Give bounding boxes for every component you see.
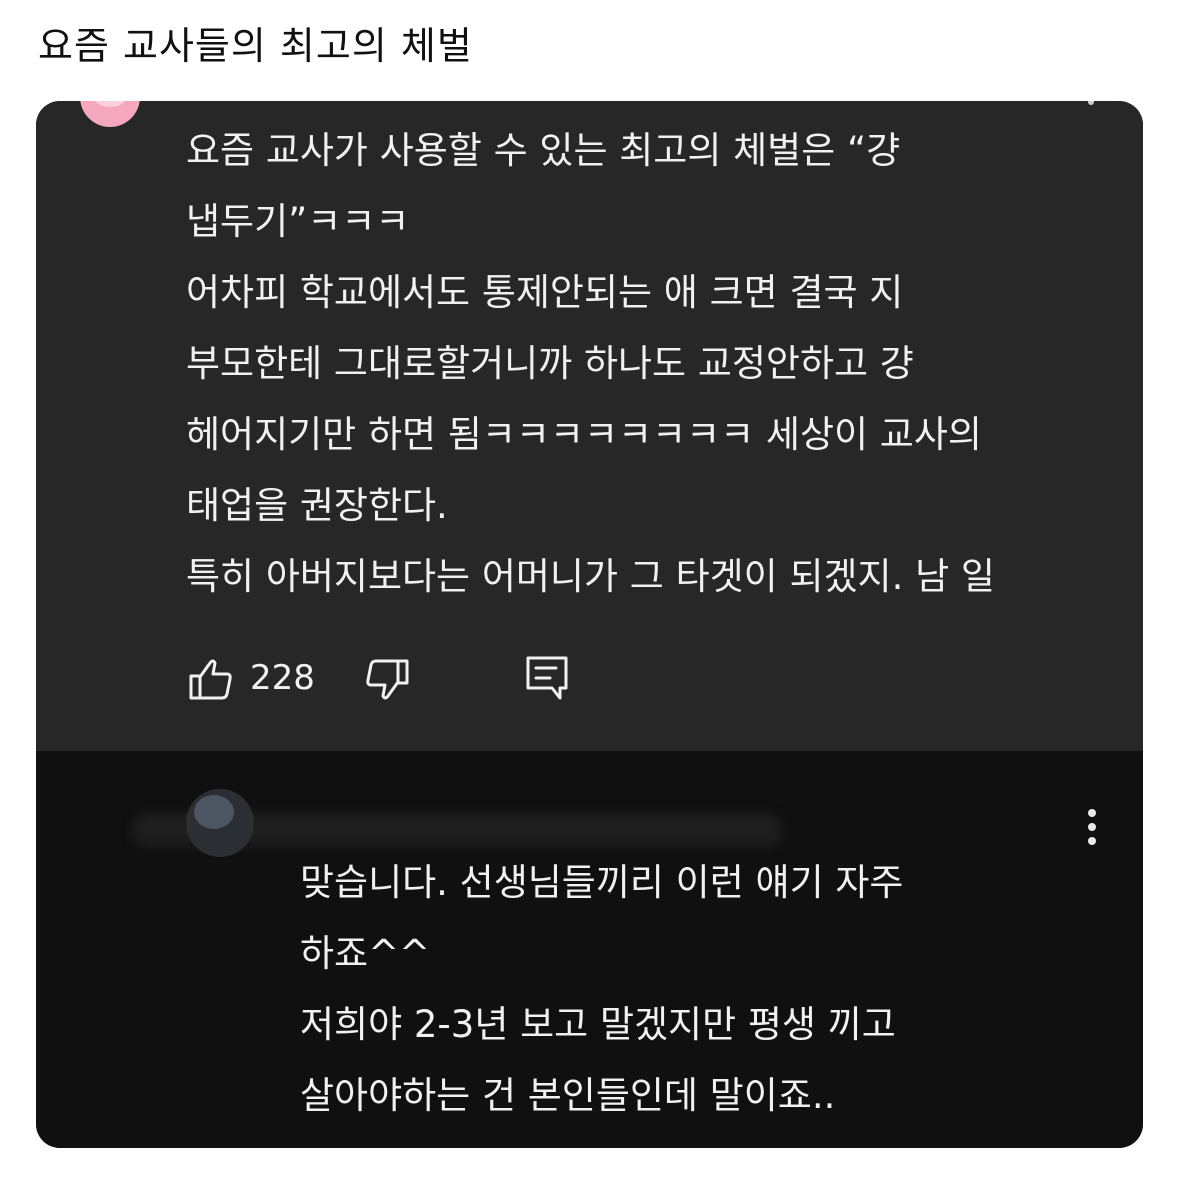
like-count: 228 bbox=[250, 658, 315, 698]
reply-line: 맞습니다. 선생님들끼리 이런 얘기 자주 bbox=[300, 861, 904, 904]
comment-line: 태업을 권장한다. bbox=[186, 484, 448, 527]
post-title: 요즘 교사들의 최고의 체벌 bbox=[38, 24, 473, 68]
reply-line: 살아야하는 건 본인들인데 말이죠.. bbox=[300, 1074, 836, 1117]
comment-line: 부모한테 그대로할거니까 하나도 교정안하고 걍 bbox=[186, 342, 914, 385]
comment-line: 헤어지기만 하면 됨ㅋㅋㅋㅋㅋㅋㅋㅋ 세상이 교사의 bbox=[186, 413, 982, 456]
reply-comment: 맞습니다. 선생님들끼리 이런 얘기 자주 하죠^^ 저희야 2-3년 보고 말… bbox=[36, 751, 1143, 1148]
comment-line: 냅두기”ㅋㅋㅋ bbox=[186, 200, 410, 243]
reply-comment-icon[interactable] bbox=[524, 654, 570, 702]
reply-avatar[interactable] bbox=[186, 789, 254, 857]
top-comment: 요즘 교사가 사용할 수 있는 최고의 체벌은 “걍 냅두기”ㅋㅋㅋ 어차피 학… bbox=[36, 101, 1143, 751]
comment-screenshot: 요즘 교사가 사용할 수 있는 최고의 체벌은 “걍 냅두기”ㅋㅋㅋ 어차피 학… bbox=[36, 101, 1143, 1148]
thumbs-up-icon[interactable] bbox=[188, 656, 234, 702]
reply-body: 맞습니다. 선생님들끼리 이런 얘기 자주 하죠^^ 저희야 2-3년 보고 말… bbox=[300, 847, 1100, 1131]
more-options-icon[interactable] bbox=[1088, 101, 1098, 109]
comment-line: 요즘 교사가 사용할 수 있는 최고의 체벌은 “걍 bbox=[186, 129, 901, 172]
thumbs-down-icon[interactable] bbox=[364, 658, 410, 704]
reply-line: 하죠^^ bbox=[300, 932, 431, 975]
more-options-icon[interactable] bbox=[1086, 809, 1098, 849]
comment-line: 어차피 학교에서도 통제안되는 애 크면 결국 지 bbox=[186, 271, 904, 314]
comment-body: 요즘 교사가 사용할 수 있는 최고의 체벌은 “걍 냅두기”ㅋㅋㅋ 어차피 학… bbox=[186, 115, 1096, 612]
reply-line: 저희야 2-3년 보고 말겠지만 평생 끼고 bbox=[300, 1003, 896, 1046]
comment-actions: 228 bbox=[188, 654, 608, 704]
comment-line: 특히 아버지보다는 어머니가 그 타겟이 되겠지. 남 일 bbox=[186, 555, 995, 598]
commenter-avatar[interactable] bbox=[80, 101, 140, 127]
